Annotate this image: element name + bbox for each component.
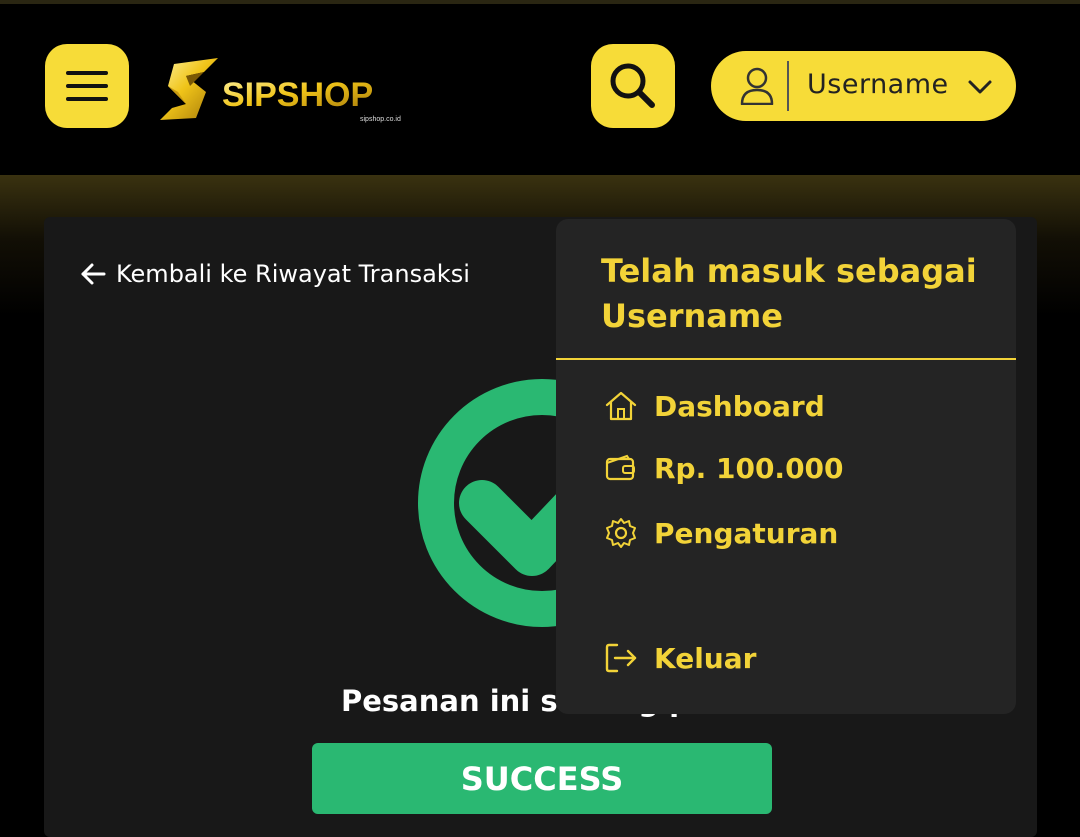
back-link[interactable]: Kembali ke Riwayat Transaksi <box>80 260 470 288</box>
dropdown-heading-username: Username <box>601 297 783 335</box>
search-button[interactable] <box>591 44 675 128</box>
svg-text:sipshop.co.id: sipshop.co.id <box>360 116 401 123</box>
gear-icon <box>604 516 638 550</box>
user-icon <box>740 67 774 105</box>
user-dropdown-menu: Telah masuk sebagai Username Dashboard R… <box>556 219 1016 714</box>
hamburger-menu-icon <box>66 71 108 75</box>
success-status-badge[interactable]: SUCCESS <box>312 743 772 814</box>
user-account-button[interactable]: Username <box>711 51 1016 121</box>
menu-item-settings[interactable]: Pengaturan <box>604 516 838 550</box>
menu-item-balance[interactable]: Rp. 100.000 <box>604 451 844 485</box>
back-link-label: Kembali ke Riwayat Transaksi <box>116 260 470 288</box>
menu-item-settings-label: Pengaturan <box>654 516 839 550</box>
sipshop-logo-icon: SIPSHOP sipshop.co.id <box>160 58 401 123</box>
menu-item-logout-label: Keluar <box>654 641 757 675</box>
menu-item-balance-label: Rp. 100.000 <box>654 451 844 485</box>
username-label: Username <box>807 69 949 100</box>
dropdown-separator <box>556 358 1016 360</box>
search-icon <box>610 63 655 108</box>
arrow-left-icon <box>81 263 106 285</box>
menu-item-dashboard[interactable]: Dashboard <box>604 389 825 423</box>
dropdown-heading: Telah masuk sebagai Username <box>601 249 977 339</box>
svg-text:SIPSHOP: SIPSHOP <box>222 76 373 114</box>
menu-button[interactable] <box>45 44 129 128</box>
menu-item-dashboard-label: Dashboard <box>654 389 825 423</box>
wallet-icon <box>604 451 638 485</box>
logo[interactable]: SIPSHOP sipshop.co.id <box>156 58 411 124</box>
chevron-down-icon <box>968 80 992 94</box>
dropdown-heading-line1: Telah masuk sebagai <box>601 252 977 290</box>
header: SIPSHOP sipshop.co.id Username <box>0 4 1080 175</box>
divider <box>787 61 789 111</box>
home-icon <box>604 389 638 423</box>
logout-icon <box>604 641 638 675</box>
menu-item-logout[interactable]: Keluar <box>604 641 756 675</box>
